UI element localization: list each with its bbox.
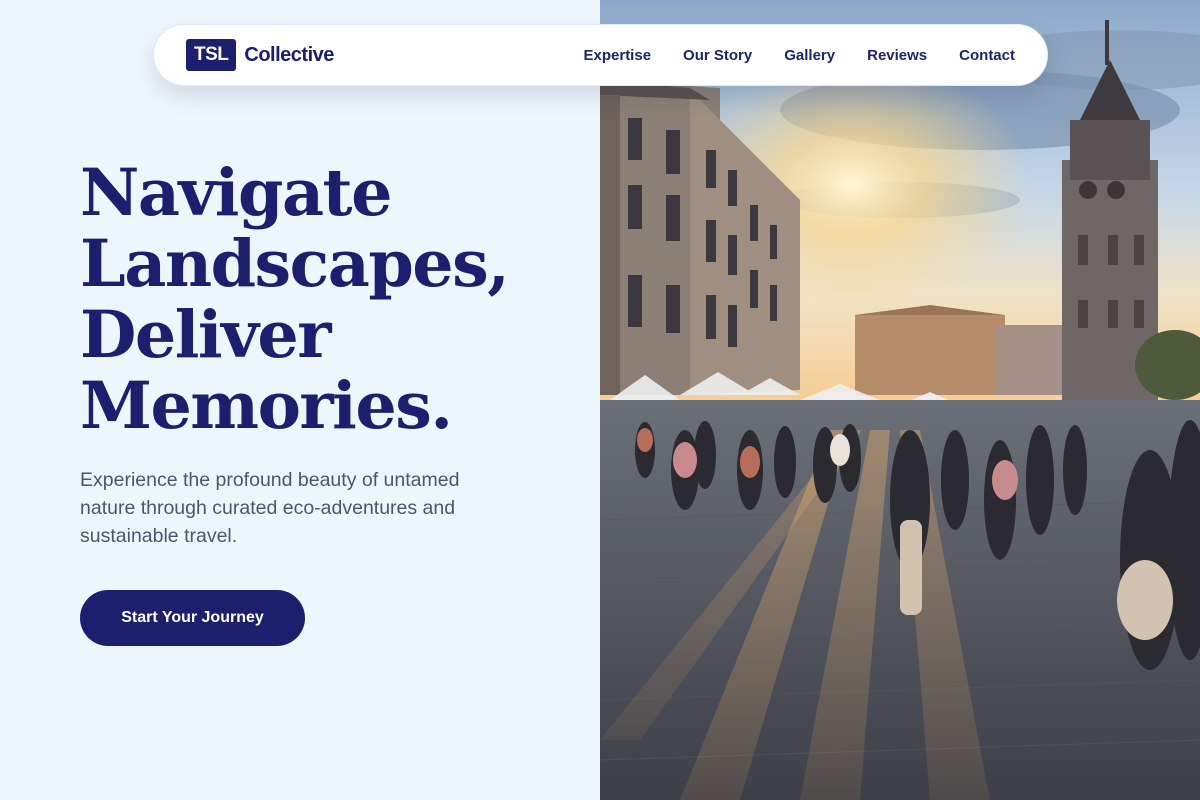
hero-image bbox=[600, 0, 1200, 800]
brand-logo[interactable]: TSL Collective bbox=[186, 39, 334, 71]
nav-link-our-story[interactable]: Our Story bbox=[683, 47, 752, 64]
nav-links: Expertise Our Story Gallery Reviews Cont… bbox=[584, 47, 1016, 64]
nav-link-gallery[interactable]: Gallery bbox=[784, 47, 835, 64]
nav-link-reviews[interactable]: Reviews bbox=[867, 47, 927, 64]
top-navbar: TSL Collective Expertise Our Story Galle… bbox=[153, 24, 1048, 86]
hero-title-line: Landscapes, bbox=[80, 226, 510, 302]
brand-name: Collective bbox=[244, 43, 334, 66]
nav-link-contact[interactable]: Contact bbox=[959, 47, 1015, 64]
hero-title-line: Navigate bbox=[80, 155, 392, 231]
hero-subtitle: Experience the profound beauty of untame… bbox=[80, 469, 460, 547]
hero-title-line: Memories. bbox=[80, 368, 453, 444]
brand-mark: TSL bbox=[186, 39, 237, 71]
nav-link-expertise[interactable]: Expertise bbox=[584, 47, 652, 64]
hero-title: Navigate Landscapes, Deliver Memories. bbox=[80, 158, 580, 442]
hero-title-line: Deliver bbox=[80, 297, 331, 373]
start-journey-button[interactable]: Start Your Journey bbox=[80, 590, 305, 646]
